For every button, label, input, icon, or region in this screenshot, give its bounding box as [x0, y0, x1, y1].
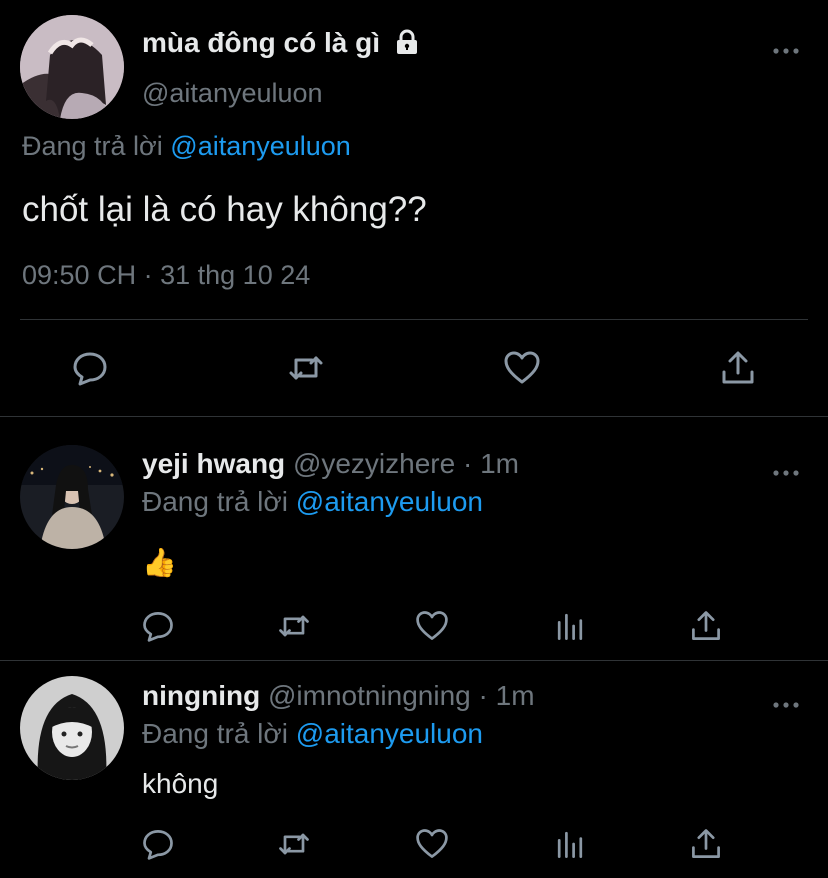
- share-icon[interactable]: [688, 826, 724, 862]
- share-icon[interactable]: [718, 348, 758, 388]
- replying-to-link[interactable]: @aitanyeuluon: [170, 131, 351, 161]
- divider: [0, 416, 828, 417]
- replying-to-link[interactable]: @aitanyeuluon: [296, 718, 483, 749]
- reply-header[interactable]: ningning @imnotningning · 1m: [142, 680, 535, 712]
- replying-prefix: Đang trả lời: [142, 718, 288, 749]
- reply-display-name[interactable]: ningning: [142, 680, 260, 711]
- reply-time[interactable]: · 1m: [479, 680, 535, 711]
- like-icon[interactable]: [414, 608, 450, 644]
- display-name-text[interactable]: mùa đông có là gì: [142, 27, 380, 58]
- divider: [0, 660, 828, 661]
- reply-time[interactable]: · 1m: [463, 448, 519, 479]
- replying-prefix: Đang trả lời: [142, 486, 288, 517]
- analytics-icon[interactable]: [552, 608, 588, 644]
- reply-handle[interactable]: @yezyizhere: [293, 448, 455, 479]
- more-icon[interactable]: [772, 458, 800, 484]
- reply-handle[interactable]: @imnotningning: [268, 680, 471, 711]
- main-tweet-handle[interactable]: @aitanyeuluon: [142, 78, 323, 109]
- share-icon[interactable]: [688, 608, 724, 644]
- tweet-time[interactable]: 09:50 CH: [22, 260, 136, 290]
- reply-replying-to: Đang trả lời @aitanyeuluon: [142, 718, 483, 750]
- reply-avatar[interactable]: [20, 676, 124, 780]
- lock-icon: [394, 29, 420, 62]
- reply-icon[interactable]: [70, 348, 110, 388]
- more-icon[interactable]: [772, 690, 800, 716]
- analytics-icon[interactable]: [552, 826, 588, 862]
- main-tweet-timestamp[interactable]: 09:50 CH · 31 thg 10 24: [22, 260, 310, 291]
- meta-separator: ·: [143, 260, 153, 290]
- reply-replying-to: Đang trả lời @aitanyeuluon: [142, 486, 483, 518]
- reply-header[interactable]: yeji hwang @yezyizhere · 1m: [142, 448, 519, 480]
- replying-to-link[interactable]: @aitanyeuluon: [296, 486, 483, 517]
- main-tweet-replying-to: Đang trả lời @aitanyeuluon: [22, 131, 351, 162]
- retweet-icon[interactable]: [286, 348, 326, 388]
- reply-display-name[interactable]: yeji hwang: [142, 448, 285, 479]
- main-tweet-text: chốt lại là có hay không??: [22, 190, 427, 229]
- like-icon[interactable]: [502, 348, 542, 388]
- main-tweet-display-name[interactable]: mùa đông có là gì: [142, 27, 420, 62]
- divider: [20, 319, 808, 320]
- main-tweet-avatar[interactable]: [20, 15, 124, 119]
- reply-icon[interactable]: [140, 608, 176, 644]
- tweet-date[interactable]: 31 thg 10 24: [160, 260, 310, 290]
- reply-text: 👍: [142, 547, 177, 578]
- reply-text: không: [142, 768, 219, 799]
- reply-avatar[interactable]: [20, 445, 124, 549]
- like-icon[interactable]: [414, 826, 450, 862]
- retweet-icon[interactable]: [276, 826, 312, 862]
- more-icon[interactable]: [772, 36, 800, 62]
- reply-icon[interactable]: [140, 826, 176, 862]
- replying-prefix: Đang trả lời: [22, 131, 163, 161]
- retweet-icon[interactable]: [276, 608, 312, 644]
